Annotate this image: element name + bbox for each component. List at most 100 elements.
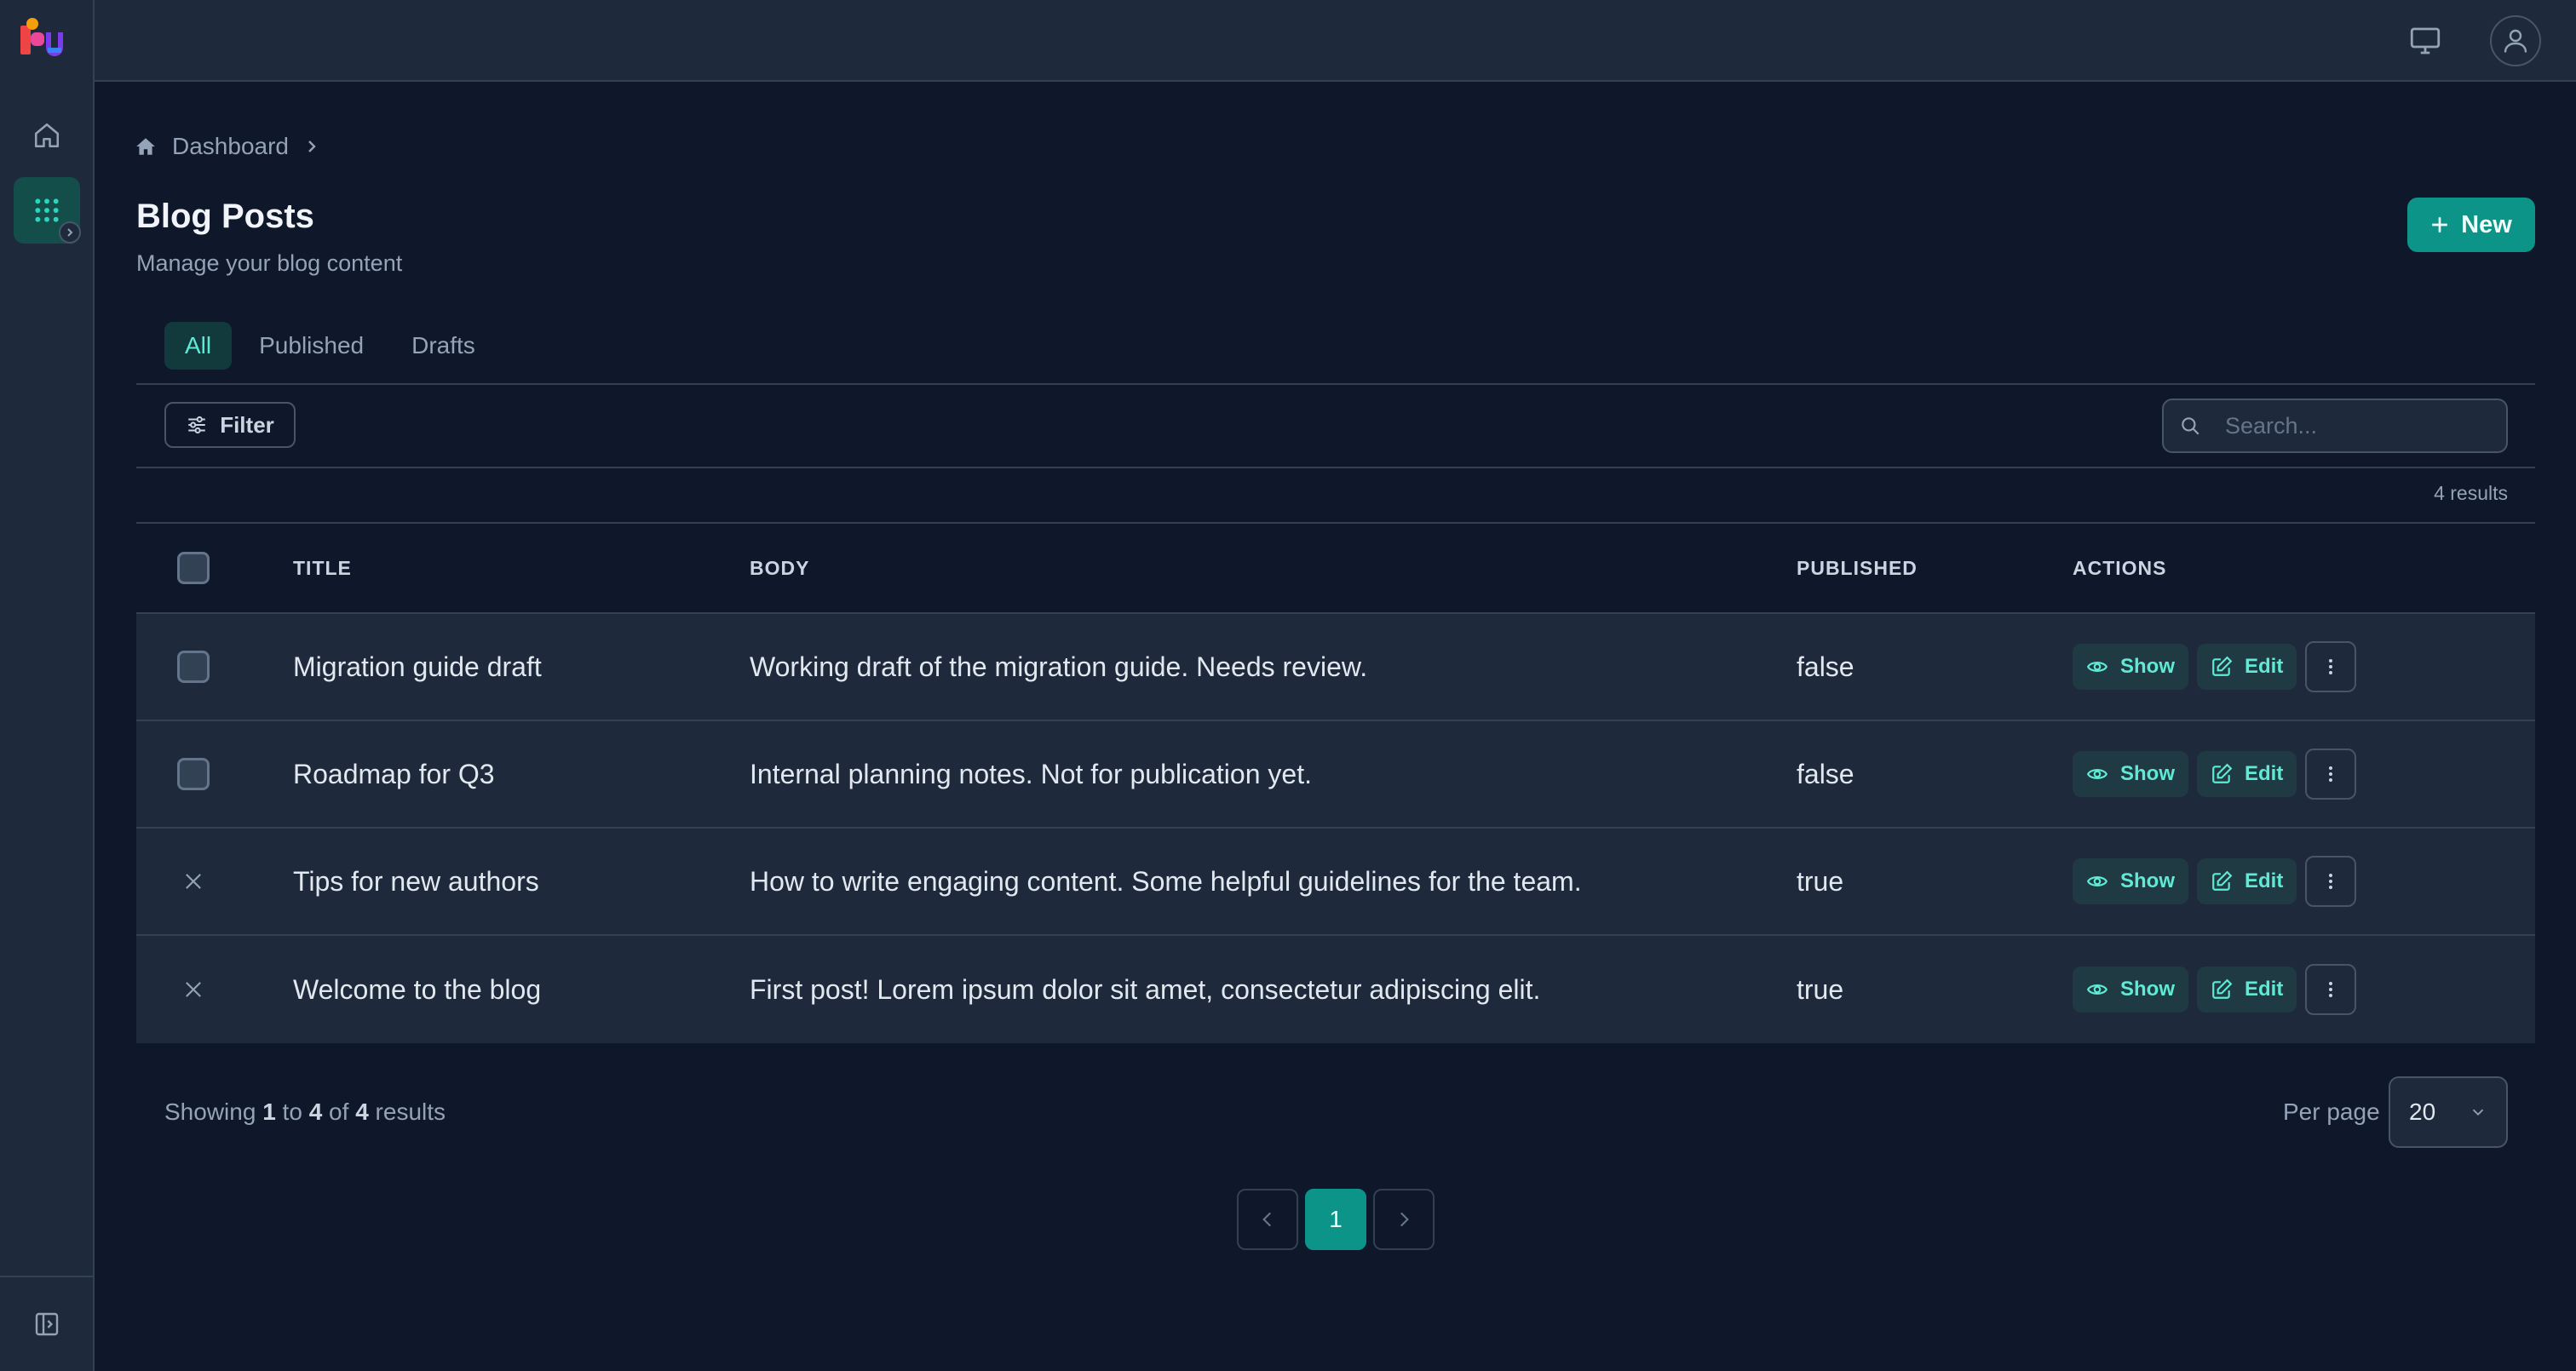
show-button[interactable]: Show: [2073, 751, 2188, 797]
sidebar-divider: [0, 1276, 95, 1277]
row-select-cell: [136, 651, 293, 683]
more-actions-button[interactable]: [2305, 964, 2357, 1015]
table-row[interactable]: Roadmap for Q3 Internal planning notes. …: [136, 721, 2535, 829]
table-row[interactable]: Tips for new authors How to write engagi…: [136, 829, 2535, 936]
display-settings-button[interactable]: [2400, 15, 2451, 66]
edit-label: Edit: [2245, 978, 2284, 1001]
more-vertical-icon: [2320, 764, 2341, 784]
search-input[interactable]: [2225, 412, 2498, 439]
x-icon: [177, 865, 210, 898]
cell-body: Working draft of the migration guide. Ne…: [750, 651, 1368, 682]
show-button[interactable]: Show: [2073, 967, 2188, 1012]
cell-body: How to write engaging content. Some help…: [750, 865, 1582, 897]
column-header-body[interactable]: BODY: [750, 557, 1797, 580]
toolbar-divider: [136, 467, 2535, 468]
sidebar: [0, 0, 95, 1371]
showing-suffix: results: [375, 1099, 446, 1125]
edit-button[interactable]: Edit: [2197, 751, 2297, 797]
new-button-label: New: [2461, 210, 2512, 238]
table-row[interactable]: Migration guide draft Working draft of t…: [136, 614, 2535, 721]
edit-label: Edit: [2245, 869, 2284, 892]
next-page-button[interactable]: [1373, 1189, 1435, 1250]
breadcrumb-item-dashboard[interactable]: Dashboard: [172, 133, 289, 160]
new-post-button[interactable]: New: [2407, 198, 2535, 252]
cell-title: Roadmap for Q3: [293, 758, 495, 789]
pagination-summary: Showing 1 to 4 of 4 results: [164, 1099, 446, 1126]
more-actions-button[interactable]: [2305, 641, 2357, 692]
row-actions: Show Edit: [2073, 749, 2535, 800]
app-logo[interactable]: [17, 14, 68, 65]
page-title: Blog Posts: [136, 198, 314, 235]
row-checkbox[interactable]: [177, 651, 210, 683]
show-button[interactable]: Show: [2073, 644, 2188, 690]
cell-published: true: [1797, 973, 1844, 1005]
showing-to-word: to: [282, 1099, 302, 1125]
cell-title: Migration guide draft: [293, 651, 542, 682]
column-header-published[interactable]: PUBLISHED: [1797, 557, 2073, 580]
tab-published[interactable]: Published: [239, 322, 384, 370]
page-subtitle: Manage your blog content: [136, 250, 403, 276]
table-header: TITLE BODY PUBLISHED ACTIONS: [136, 524, 2535, 614]
cell-published: false: [1797, 651, 1854, 682]
per-page-select[interactable]: 20: [2389, 1076, 2508, 1148]
chevron-right-icon: [1393, 1208, 1415, 1230]
posts-table: TITLE BODY PUBLISHED ACTIONS Migration g…: [136, 524, 2535, 1043]
edit-icon: [2211, 656, 2233, 678]
more-actions-button[interactable]: [2305, 749, 2357, 800]
row-checkbox[interactable]: [177, 758, 210, 790]
expand-submenu-button[interactable]: [59, 221, 81, 244]
cell-title: Welcome to the blog: [293, 973, 542, 1005]
breadcrumb: Dashboard: [135, 131, 319, 162]
grid-dots-icon: [33, 197, 60, 224]
tab-drafts[interactable]: Drafts: [391, 322, 496, 370]
previous-page-button[interactable]: [1237, 1189, 1298, 1250]
plus-icon: [2430, 215, 2449, 234]
showing-prefix: Showing: [164, 1099, 256, 1125]
row-actions: Show Edit: [2073, 964, 2535, 1015]
showing-from: 1: [262, 1099, 276, 1125]
showing-to: 4: [308, 1099, 323, 1125]
show-label: Show: [2120, 762, 2175, 785]
cell-published: true: [1797, 865, 1844, 897]
monitor-icon: [2407, 23, 2443, 59]
breadcrumb-separator-icon: [304, 139, 319, 154]
edit-icon: [2211, 978, 2233, 1001]
edit-button[interactable]: Edit: [2197, 858, 2297, 904]
edit-icon: [2211, 870, 2233, 892]
more-vertical-icon: [2320, 871, 2341, 892]
more-vertical-icon: [2320, 657, 2341, 677]
more-actions-button[interactable]: [2305, 856, 2357, 907]
chevron-left-icon: [1256, 1208, 1279, 1230]
select-all-checkbox[interactable]: [177, 552, 210, 584]
filter-button[interactable]: Filter: [164, 402, 296, 448]
chevron-down-icon: [2469, 1103, 2487, 1121]
search-icon: [2179, 415, 2201, 437]
more-vertical-icon: [2320, 979, 2341, 1000]
home-breadcrumb-icon[interactable]: [135, 135, 157, 158]
user-icon: [2500, 26, 2531, 56]
table-row[interactable]: Welcome to the blog First post! Lorem ip…: [136, 936, 2535, 1043]
user-menu-button[interactable]: [2490, 15, 2541, 66]
top-bar: [95, 0, 2576, 82]
toggle-sidebar-button[interactable]: [14, 1291, 80, 1357]
edit-icon: [2211, 763, 2233, 785]
row-actions: Show Edit: [2073, 856, 2535, 907]
edit-button[interactable]: Edit: [2197, 967, 2297, 1012]
cell-published: false: [1797, 758, 1854, 789]
sliders-icon: [186, 414, 208, 436]
eye-icon: [2086, 870, 2108, 892]
status-tabs: All Published Drafts: [164, 322, 496, 370]
eye-icon: [2086, 978, 2108, 1001]
column-header-title[interactable]: TITLE: [293, 557, 750, 580]
cell-title: Tips for new authors: [293, 865, 539, 897]
show-button[interactable]: Show: [2073, 858, 2188, 904]
showing-total: 4: [355, 1099, 369, 1125]
tab-all[interactable]: All: [164, 322, 233, 370]
column-header-actions: ACTIONS: [2073, 556, 2167, 579]
home-nav-button[interactable]: [14, 102, 80, 169]
cell-body: First post! Lorem ipsum dolor sit amet, …: [750, 973, 1541, 1005]
edit-button[interactable]: Edit: [2197, 644, 2297, 690]
page-button-current[interactable]: 1: [1305, 1189, 1366, 1250]
eye-icon: [2086, 763, 2108, 785]
chevron-right-icon: [65, 227, 75, 238]
